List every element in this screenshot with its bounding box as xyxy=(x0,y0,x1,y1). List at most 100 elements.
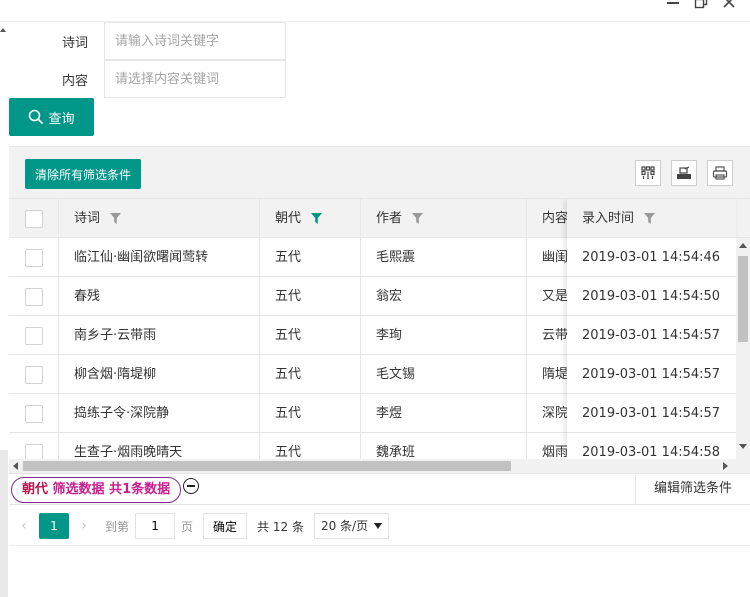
vertical-scrollbar[interactable] xyxy=(736,238,750,459)
header-author-label: 作者 xyxy=(376,211,403,226)
filter-tag-summary: 筛选数据 共1条数据 xyxy=(48,482,171,497)
maximize-icon[interactable] xyxy=(694,0,708,10)
poetry-search-page: 诗词 内容 查询 清除所有筛选条件 xyxy=(0,0,750,597)
row-checkbox[interactable] xyxy=(25,249,43,267)
table-row[interactable]: 2019-03-01 14:54:57 xyxy=(567,316,736,355)
scroll-left-icon[interactable] xyxy=(13,462,18,470)
cell-author: 李煜 xyxy=(361,394,527,433)
cell-dynasty: 五代 xyxy=(260,394,361,433)
scroll-right-icon[interactable] xyxy=(723,462,728,470)
table-row[interactable]: 2019-03-01 14:54:58 xyxy=(567,433,736,459)
filter-tag[interactable]: 朝代 筛选数据 共1条数据 xyxy=(11,477,199,503)
header-poem[interactable]: 诗词 xyxy=(59,199,260,238)
close-icon[interactable] xyxy=(722,0,736,10)
query-button-label: 查询 xyxy=(48,111,75,127)
cell-dynasty: 五代 xyxy=(260,277,361,316)
cell-time: 2019-03-01 14:54:46 xyxy=(582,250,721,265)
row-checkbox[interactable] xyxy=(25,327,43,345)
horizontal-scroll-thumb[interactable] xyxy=(23,461,511,471)
scroll-up-icon[interactable] xyxy=(739,243,747,248)
cell-time: 2019-03-01 14:54:57 xyxy=(582,367,721,382)
caret-down-icon xyxy=(374,523,383,529)
cell-dynasty: 五代 xyxy=(260,238,361,277)
poem-keyword-input[interactable] xyxy=(104,22,286,60)
filter-icon[interactable] xyxy=(644,213,656,224)
goto-confirm-button[interactable]: 确定 xyxy=(203,513,248,539)
header-dynasty[interactable]: 朝代 xyxy=(260,199,361,238)
cell-author: 魏承班 xyxy=(361,433,527,459)
header-content-label: 内容 xyxy=(542,211,569,226)
row-checkbox[interactable] xyxy=(25,288,43,306)
filter-tag-field: 朝代 xyxy=(22,482,49,497)
prev-page-icon[interactable]: ‹ xyxy=(9,518,39,534)
edit-filter-button[interactable]: 编辑筛选条件 xyxy=(634,474,750,504)
table-row[interactable]: 2019-03-01 14:54:57 xyxy=(567,355,736,394)
header-poem-label: 诗词 xyxy=(74,211,101,226)
row-checkbox[interactable] xyxy=(25,366,43,384)
row-checkbox[interactable] xyxy=(25,444,43,459)
table-row[interactable]: 2019-03-01 14:54:46 xyxy=(567,238,736,277)
table-row[interactable]: 2019-03-01 14:54:57 xyxy=(567,394,736,433)
left-scroll-track xyxy=(0,450,8,597)
select-all-checkbox[interactable] xyxy=(25,210,43,228)
filter-icon[interactable] xyxy=(110,213,122,224)
export-icon[interactable] xyxy=(671,160,697,186)
cell-time: 2019-03-01 14:54:50 xyxy=(582,289,721,304)
poem-label: 诗词 xyxy=(61,35,88,51)
filter-icon[interactable] xyxy=(412,213,424,224)
cell-dynasty: 五代 xyxy=(260,316,361,355)
filter-active-icon[interactable] xyxy=(311,213,323,224)
remove-filter-icon[interactable] xyxy=(183,478,199,494)
header-dynasty-label: 朝代 xyxy=(275,211,302,226)
cell-time: 2019-03-01 14:54:57 xyxy=(582,406,721,421)
scroll-down-icon[interactable] xyxy=(739,444,747,449)
header-author[interactable]: 作者 xyxy=(361,199,527,238)
cell-dynasty: 五代 xyxy=(260,355,361,394)
total-count: 共 12 条 xyxy=(257,519,304,534)
window-controls xyxy=(666,0,736,10)
data-grid: 诗词 朝代 作者 内容 临江仙·幽闺欲曙闻莺转 五代 毛熙震 幽闺 春残 五代 … xyxy=(9,199,750,459)
cell-time: 2019-03-01 14:54:57 xyxy=(582,328,721,343)
current-page[interactable]: 1 xyxy=(39,513,69,539)
poem-search-row: 诗词 xyxy=(0,22,286,60)
page-unit-label: 页 xyxy=(181,519,194,534)
bottom-divider xyxy=(9,545,750,546)
next-page-icon[interactable]: › xyxy=(69,518,99,534)
clear-filters-button[interactable]: 清除所有筛选条件 xyxy=(25,159,142,189)
goto-page-input[interactable] xyxy=(135,513,176,539)
print-icon[interactable] xyxy=(707,160,733,186)
search-icon xyxy=(29,109,44,125)
cell-poem: 捣练子令·深院静 xyxy=(59,394,260,433)
data-table-panel: 清除所有筛选条件 诗词 朝代 作者 内容 临江仙·幽闺欲曙闻莺转 五代 毛熙震 … xyxy=(9,146,750,546)
table-row[interactable]: 2019-03-01 14:54:50 xyxy=(567,277,736,316)
header-time-label: 录入时间 xyxy=(582,211,635,226)
content-search-row: 内容 xyxy=(0,60,286,98)
cell-dynasty: 五代 xyxy=(260,433,361,459)
cell-poem: 生查子·烟雨晚晴天 xyxy=(59,433,260,459)
active-filter-bar: 朝代 筛选数据 共1条数据 编辑筛选条件 xyxy=(9,473,750,505)
column-filter-icon[interactable] xyxy=(635,160,661,186)
page-size-value: 20 条/页 xyxy=(320,519,369,533)
cell-poem: 春残 xyxy=(59,277,260,316)
cell-author: 毛文锡 xyxy=(361,355,527,394)
content-label: 内容 xyxy=(61,73,88,89)
content-keyword-input[interactable] xyxy=(104,60,286,98)
query-button[interactable]: 查询 xyxy=(9,98,94,136)
table-toolbar: 清除所有筛选条件 xyxy=(9,147,750,199)
cell-poem: 临江仙·幽闺欲曙闻莺转 xyxy=(59,238,260,277)
row-checkbox[interactable] xyxy=(25,405,43,423)
cell-author: 毛熙震 xyxy=(361,238,527,277)
minimize-icon[interactable] xyxy=(666,0,680,10)
fixed-time-column: 录入时间 2019-03-01 14:54:46 2019-03-01 14:5… xyxy=(567,199,736,459)
vertical-scroll-thumb[interactable] xyxy=(738,256,748,342)
cell-author: 翁宏 xyxy=(361,277,527,316)
cell-author: 李珣 xyxy=(361,316,527,355)
header-checkbox-cell xyxy=(9,199,59,238)
goto-label: 到第 xyxy=(105,519,130,534)
page-size-select[interactable]: 20 条/页 xyxy=(313,513,390,539)
cell-poem: 南乡子·云带雨 xyxy=(59,316,260,355)
header-time[interactable]: 录入时间 xyxy=(567,199,736,238)
cell-poem: 柳含烟·隋堤柳 xyxy=(59,355,260,394)
horizontal-scrollbar[interactable] xyxy=(9,459,750,473)
cell-time: 2019-03-01 14:54:58 xyxy=(582,445,721,459)
